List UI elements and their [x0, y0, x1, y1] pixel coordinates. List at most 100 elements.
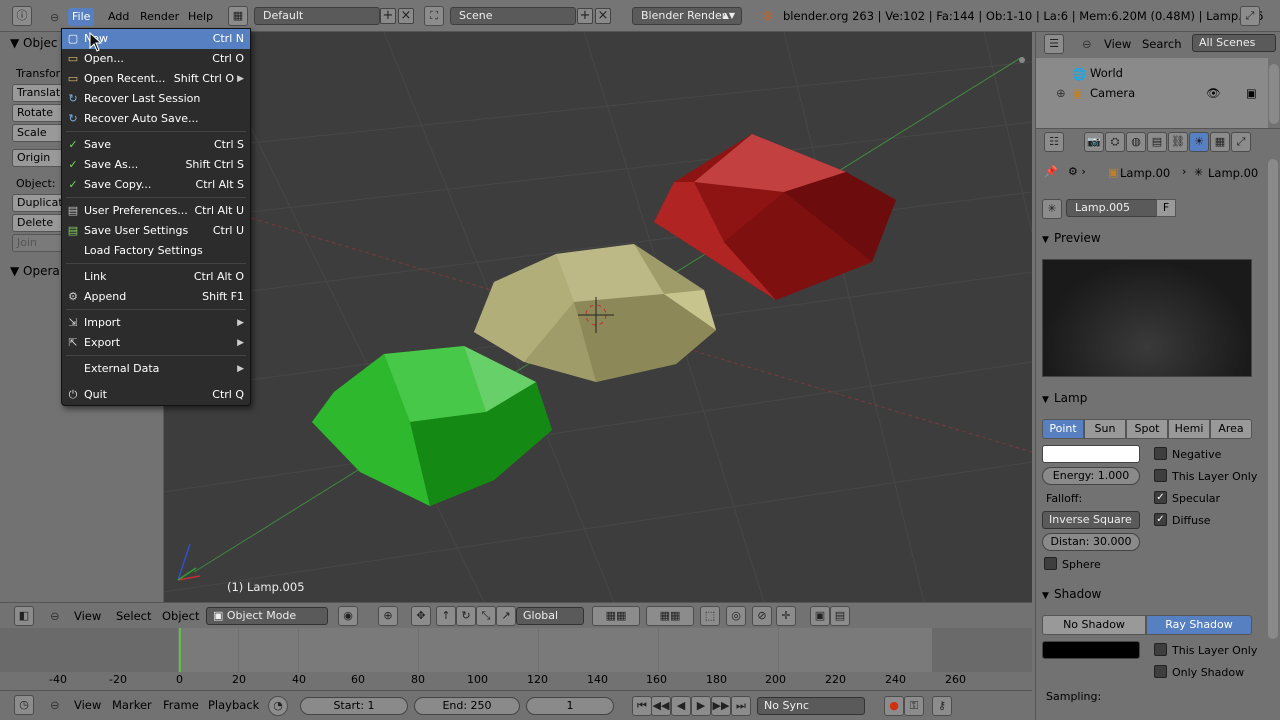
end-frame-field[interactable]: End: 250 [414, 697, 520, 715]
scene-field[interactable]: Scene [450, 7, 576, 25]
file-save-as-item[interactable]: ✓ Save As... Shift Ctrl S [62, 155, 250, 175]
editor-type-icon[interactable]: ◧ [14, 606, 34, 626]
lamp-type-point[interactable]: Point [1042, 419, 1084, 439]
file-link-item[interactable]: Link Ctrl Alt O [62, 267, 250, 287]
proportional-icon[interactable]: ◎ [726, 606, 746, 626]
shading-icon[interactable]: ◉ [338, 606, 358, 626]
display-mode-select[interactable]: All Scenes [1192, 34, 1276, 52]
interaction-mode-select[interactable]: ▣ Object Mode [206, 607, 328, 625]
frame-menu[interactable]: Frame [163, 698, 199, 712]
outliner-search-menu[interactable]: Search [1142, 37, 1182, 51]
marker-menu[interactable]: Marker [112, 698, 152, 712]
scene-tab-icon[interactable]: ⛭ [1105, 132, 1125, 152]
jump-keyframe-back-icon[interactable]: ◀◀ [651, 696, 671, 716]
file-external-data-item[interactable]: External Data ▶ [62, 359, 250, 379]
outliner-view-menu[interactable]: View [1104, 37, 1131, 51]
record-icon[interactable]: ● [884, 696, 904, 716]
lamp-type-spot[interactable]: Spot [1126, 419, 1168, 439]
lamp-color-swatch[interactable] [1042, 445, 1140, 463]
render-anim-icon[interactable]: ▤ [830, 606, 850, 626]
falloff-select[interactable]: Inverse Square [1042, 511, 1140, 529]
preview-panel-header[interactable]: ▼ Preview [1042, 231, 1256, 245]
play-icon[interactable]: ▶ [691, 696, 711, 716]
file-import-item[interactable]: ⇲ Import ▶ [62, 313, 250, 333]
physics-tab-icon[interactable]: ⤢ [1231, 132, 1251, 152]
outliner-tree[interactable]: 🌐 World ⊕ ▣ Camera 👁 ▣ [1036, 58, 1268, 128]
pivot-icon[interactable]: ⊕ [378, 606, 398, 626]
3d-viewport[interactable]: (1) Lamp.005 [164, 32, 1032, 602]
lamp-type-area[interactable]: Area [1210, 419, 1252, 439]
manipulator-icon[interactable]: ✥ [411, 606, 431, 626]
shadow-panel-header[interactable]: ▼ Shadow [1042, 587, 1256, 601]
lamp-data-tab-icon[interactable]: ☀ [1189, 132, 1209, 152]
this-layer-only-checkbox[interactable] [1154, 469, 1167, 482]
snap-target-icon[interactable]: ✛ [776, 606, 796, 626]
render-toggle-icon[interactable]: ▣ [1246, 86, 1257, 100]
keying-icon[interactable]: ⚿ [904, 696, 924, 716]
texture-tab-icon[interactable]: ▦ [1210, 132, 1230, 152]
fullscreen-icon[interactable]: ⤢ [1240, 6, 1260, 26]
outliner-row-camera[interactable]: Camera [1090, 86, 1135, 100]
negative-checkbox[interactable] [1154, 447, 1167, 460]
distance-field[interactable]: Distan: 30.000 [1042, 533, 1140, 551]
local-view-icon[interactable]: ⬚ [700, 606, 720, 626]
lamp-type-hemi[interactable]: Hemi [1168, 419, 1210, 439]
jump-end-icon[interactable]: ⏭ [731, 696, 751, 716]
expand-icon[interactable]: ⊕ [1056, 86, 1066, 100]
transform-orientation-select[interactable]: Global [516, 607, 584, 625]
sync-mode-select[interactable]: No Sync [757, 697, 865, 715]
sphere-checkbox[interactable] [1044, 557, 1057, 570]
screen-layout-icon[interactable]: ▦ [228, 6, 248, 26]
specular-checkbox[interactable]: ✓ [1154, 491, 1167, 504]
render-tab-icon[interactable]: 📷 [1084, 132, 1104, 152]
play-reverse-icon[interactable]: ◀ [671, 696, 691, 716]
rotate-manipulator-icon[interactable]: ↻ [456, 606, 476, 626]
info-editor-icon[interactable]: ⓘ [12, 6, 32, 26]
layers-icon[interactable]: ▦▦ [592, 606, 640, 626]
lamp-datablock-icon[interactable]: ✳ [1042, 199, 1062, 219]
snap-icon[interactable]: ⊘ [752, 606, 772, 626]
collapse-menu-icon[interactable]: ⊖ [50, 9, 59, 27]
file-open-recent-item[interactable]: ▭ Open Recent... Shift Ctrl O ▶ [62, 69, 250, 89]
timeline[interactable]: -40 -20 0 20 40 60 80 100 120 140 160 18… [0, 628, 1032, 690]
scale-manipulator-icon[interactable]: ⤡ [476, 606, 496, 626]
layers-2-icon[interactable]: ▦▦ [646, 606, 694, 626]
collapse-icon[interactable]: ⊖ [50, 698, 60, 712]
timeline-editor-icon[interactable]: ◷ [14, 695, 34, 715]
file-save-item[interactable]: ✓ Save Ctrl S [62, 135, 250, 155]
file-save-user-settings-item[interactable]: ▤ Save User Settings Ctrl U [62, 221, 250, 241]
remove-layout-button[interactable]: × [398, 8, 414, 24]
world-tab-icon[interactable]: ◍ [1126, 132, 1146, 152]
only-shadow-checkbox[interactable] [1154, 665, 1167, 678]
file-user-preferences-item[interactable]: ▤ User Preferences... Ctrl Alt U [62, 201, 250, 221]
menu-add[interactable]: Add [104, 8, 133, 26]
ray-shadow-button[interactable]: Ray Shadow [1146, 615, 1252, 635]
file-export-item[interactable]: ⇱ Export ▶ [62, 333, 250, 353]
object-tab-icon[interactable]: ▤ [1147, 132, 1167, 152]
file-save-copy-item[interactable]: ✓ Save Copy... Ctrl Alt S [62, 175, 250, 195]
render-preview-icon[interactable]: ▣ [810, 606, 830, 626]
current-frame-field[interactable]: 1 [526, 697, 614, 715]
menu-file[interactable]: File [68, 8, 95, 26]
remove-scene-button[interactable]: × [595, 8, 611, 24]
render-engine-select[interactable]: Blender Render ▲▼ [632, 7, 742, 25]
translate-manipulator-icon[interactable]: ↑ [436, 606, 456, 626]
shadow-color-swatch[interactable] [1042, 641, 1140, 659]
no-shadow-button[interactable]: No Shadow [1042, 615, 1146, 635]
start-frame-field[interactable]: Start: 1 [300, 697, 408, 715]
file-open-item[interactable]: ▭ Open... Ctrl O [62, 49, 250, 69]
keying-set-icon[interactable]: ⚷ [932, 696, 952, 716]
lamp-type-sun[interactable]: Sun [1084, 419, 1126, 439]
datablock-name-field[interactable]: Lamp.005 [1066, 199, 1160, 217]
outliner-scrollbar[interactable] [1269, 64, 1279, 124]
add-layout-button[interactable]: + [380, 8, 396, 24]
menu-help[interactable]: Help [184, 8, 217, 26]
playback-menu[interactable]: Playback [208, 698, 259, 712]
outliner-row-world[interactable]: World [1090, 66, 1123, 80]
screen-layout-field[interactable]: Default [254, 7, 380, 25]
timeline-view-menu[interactable]: View [74, 698, 101, 712]
constraints-tab-icon[interactable]: ⛓ [1168, 132, 1188, 152]
collapse-icon[interactable]: ⊖ [1082, 37, 1092, 51]
jump-keyframe-forward-icon[interactable]: ▶▶ [711, 696, 731, 716]
view-menu[interactable]: View [74, 609, 101, 623]
